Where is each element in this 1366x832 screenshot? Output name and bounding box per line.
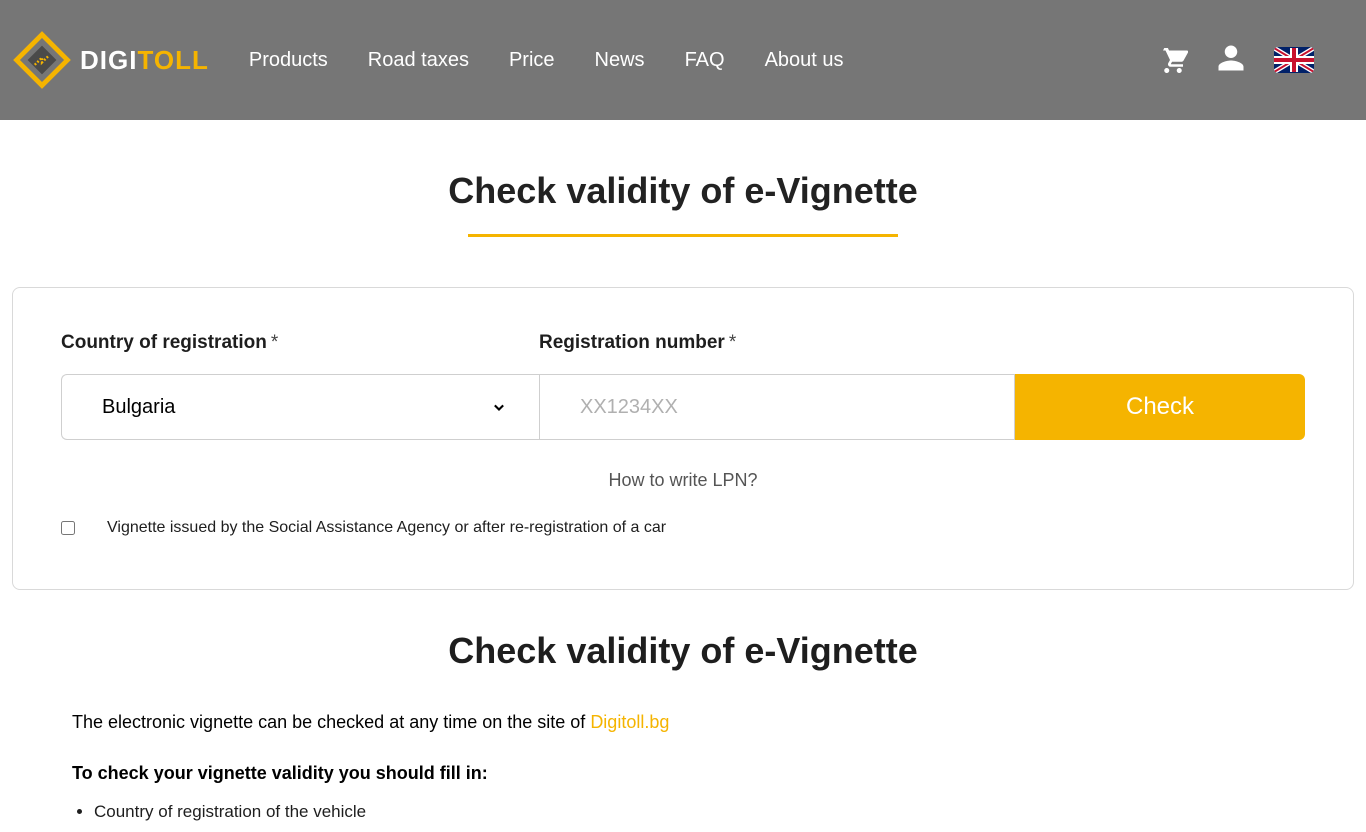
check-form-card: Country of registration* Bulgaria Regist… — [12, 287, 1354, 590]
instructions-list: Country of registration of the vehicle — [72, 802, 1294, 822]
registration-label: Registration number* — [539, 332, 1305, 354]
country-select[interactable]: Bulgaria — [61, 374, 539, 440]
form-row: Country of registration* Bulgaria Regist… — [61, 332, 1305, 440]
social-assistance-label: Vignette issued by the Social Assistance… — [107, 519, 666, 537]
digitoll-link[interactable]: Digitoll.bg — [590, 712, 669, 732]
country-field: Country of registration* Bulgaria — [61, 332, 539, 440]
nav-news[interactable]: News — [595, 49, 645, 72]
country-label: Country of registration* — [61, 332, 539, 354]
nav-about[interactable]: About us — [765, 49, 844, 72]
cart-icon[interactable] — [1158, 43, 1188, 78]
logo[interactable]: DIGITOLL — [12, 30, 209, 90]
instructions-heading: To check your vignette validity you shou… — [72, 763, 1294, 784]
social-assistance-checkbox[interactable] — [61, 521, 75, 535]
social-assistance-row[interactable]: Vignette issued by the Social Assistance… — [61, 519, 1305, 537]
page-title: Check validity of e-Vignette — [12, 170, 1354, 212]
info-intro: The electronic vignette can be checked a… — [72, 712, 1294, 733]
nav-roadtaxes[interactable]: Road taxes — [368, 49, 469, 72]
main-content: Check validity of e-Vignette Country of … — [0, 120, 1366, 822]
nav-products[interactable]: Products — [249, 49, 328, 72]
language-flag-icon[interactable] — [1274, 47, 1314, 73]
lpn-help-link[interactable]: How to write LPN? — [61, 470, 1305, 491]
info-section: Check validity of e-Vignette The electro… — [12, 590, 1354, 822]
logo-text: DIGITOLL — [80, 45, 209, 76]
chevron-down-icon — [489, 397, 509, 417]
site-header: DIGITOLL Products Road taxes Price News … — [0, 0, 1366, 120]
title-underline — [468, 234, 898, 237]
country-selected-value: Bulgaria — [102, 396, 175, 419]
primary-nav: Products Road taxes Price News FAQ About… — [249, 49, 1158, 72]
registration-input[interactable] — [539, 374, 1015, 440]
nav-price[interactable]: Price — [509, 49, 555, 72]
account-icon[interactable] — [1216, 43, 1246, 78]
header-actions — [1158, 43, 1314, 78]
logo-icon — [12, 30, 72, 90]
list-item: Country of registration of the vehicle — [94, 802, 1294, 822]
nav-faq[interactable]: FAQ — [685, 49, 725, 72]
registration-field: Registration number* Check — [539, 332, 1305, 440]
check-button[interactable]: Check — [1015, 374, 1305, 440]
info-title: Check validity of e-Vignette — [72, 630, 1294, 672]
